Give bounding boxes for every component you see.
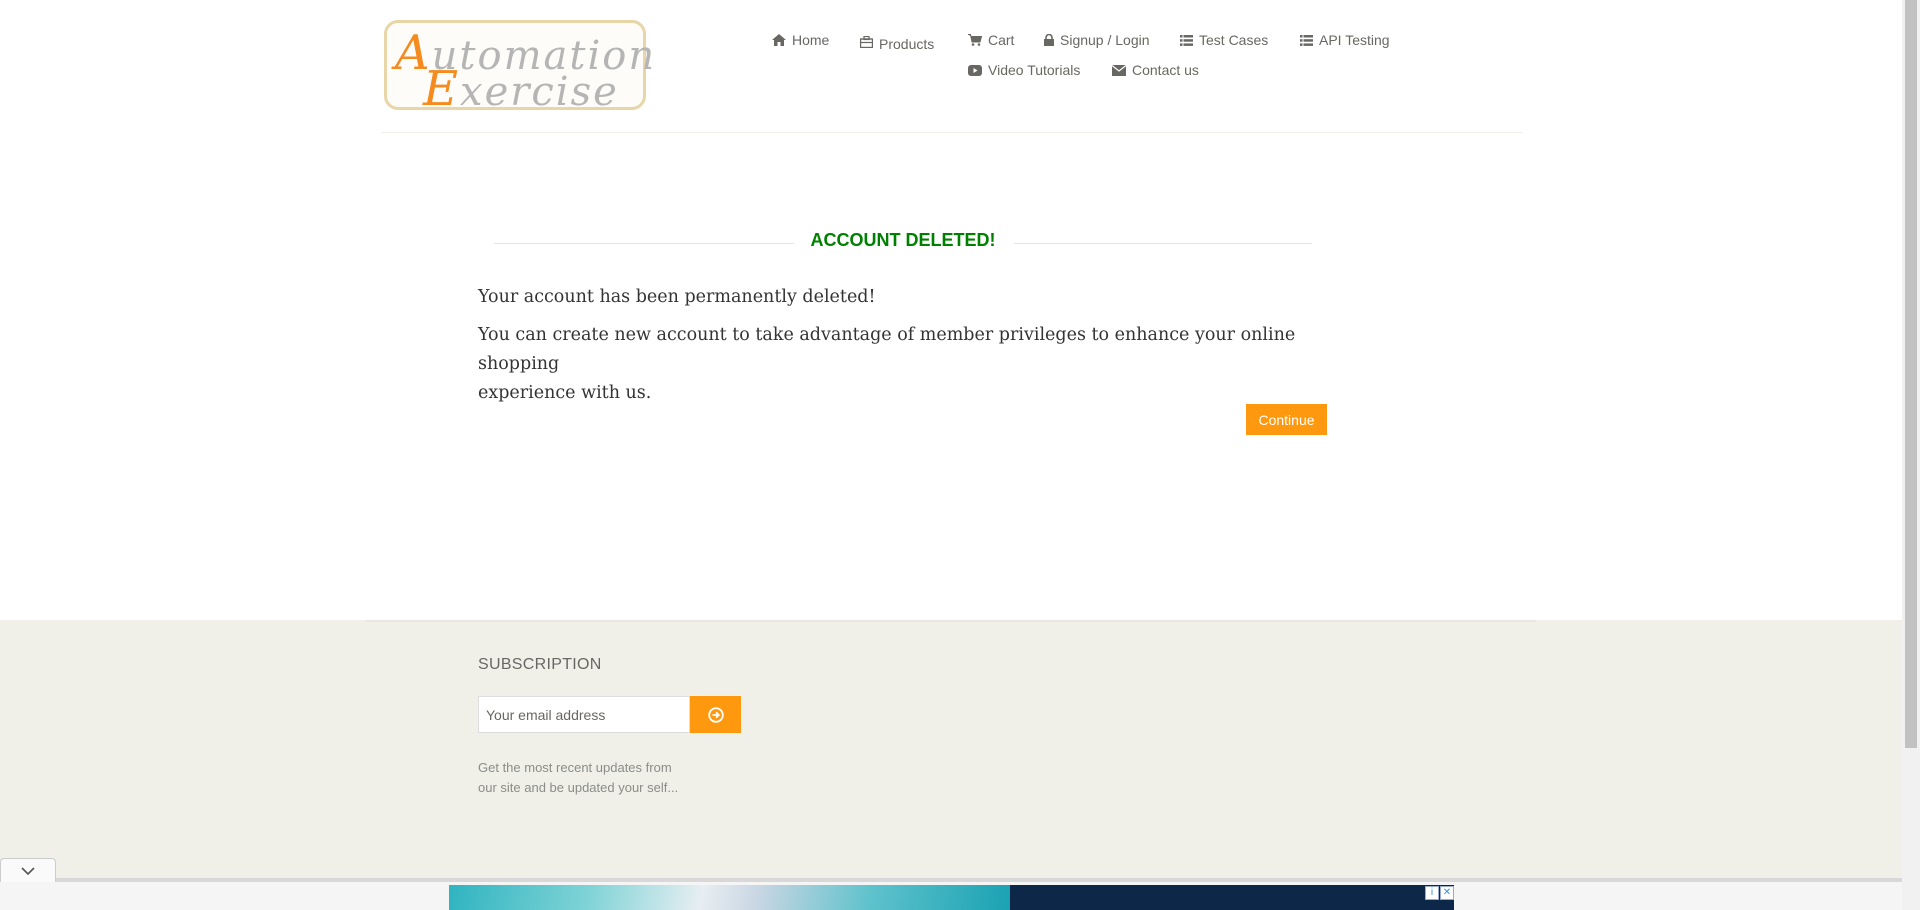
account-deleted-heading: ACCOUNT DELETED!: [494, 230, 1312, 254]
deleted-message: Your account has been permanently delete…: [478, 287, 876, 307]
list-icon: [1180, 34, 1193, 46]
ad-info-icon[interactable]: i: [1425, 886, 1439, 900]
page-title: ACCOUNT DELETED!: [494, 230, 1312, 251]
subscribe-button[interactable]: [690, 696, 741, 733]
footer: SUBSCRIPTION Get the most recent updates…: [0, 620, 1902, 910]
scrollbar-thumb[interactable]: [1905, 0, 1917, 748]
subscription-description-line-1: Get the most recent updates from: [478, 760, 672, 775]
subscription-title: SUBSCRIPTION: [478, 656, 602, 673]
continue-button[interactable]: Continue: [1246, 404, 1327, 435]
lock-icon: [1044, 34, 1054, 46]
nav-label: Contact us: [1132, 62, 1199, 78]
products-icon: [860, 36, 873, 48]
footer-divider: [366, 620, 1536, 622]
nav-item-signup-login[interactable]: Signup / Login: [1044, 32, 1150, 48]
privileges-message: You can create new account to take advan…: [478, 321, 1298, 408]
nav-label: Video Tutorials: [988, 62, 1081, 78]
nav-item-contact-us[interactable]: Contact us: [1112, 62, 1199, 78]
chevron-down-icon: [21, 866, 35, 875]
subscription-description-line-2: our site and be updated your self...: [478, 780, 679, 795]
privileges-message-line-1: You can create new account to take advan…: [478, 325, 1296, 374]
nav-label: Test Cases: [1199, 32, 1269, 48]
nav-item-cart[interactable]: Cart: [968, 32, 1014, 48]
nav-item-video-tutorials[interactable]: Video Tutorials: [968, 62, 1080, 78]
home-icon: [772, 34, 786, 46]
ad-controls: i ✕: [1425, 886, 1454, 900]
site-logo[interactable]: Automation Exercise: [384, 20, 654, 117]
nav-item-test-cases[interactable]: Test Cases: [1180, 32, 1268, 48]
nav-item-home[interactable]: Home: [772, 32, 829, 48]
nav-label: Home: [792, 32, 830, 48]
site-header: Automation Exercise Home Products Cart S…: [382, 0, 1522, 133]
cart-icon: [968, 34, 982, 46]
nav-label: Products: [879, 36, 935, 52]
advertisement-banner[interactable]: i ✕: [449, 885, 1454, 910]
envelope-icon: [1112, 64, 1126, 76]
nav-label: Cart: [988, 32, 1015, 48]
nav-item-api-testing[interactable]: API Testing: [1300, 32, 1390, 48]
nav-label: API Testing: [1319, 32, 1390, 48]
privileges-message-line-2: experience with us.: [478, 383, 652, 403]
page-scrollbar[interactable]: [1902, 0, 1920, 910]
logo-line-2: Exercise: [423, 61, 619, 117]
ad-image: [449, 885, 1010, 910]
subscribe-email-input[interactable]: [478, 696, 690, 733]
nav-label: Signup / Login: [1060, 32, 1150, 48]
list-icon: [1300, 34, 1313, 46]
ad-panel: [1010, 885, 1454, 910]
nav-item-products[interactable]: Products: [860, 32, 934, 52]
arrow-circle-right-icon: [707, 706, 724, 723]
ad-close-icon[interactable]: ✕: [1440, 886, 1454, 900]
ad-collapse-toggle[interactable]: [0, 858, 56, 882]
subscription-description: Get the most recent updates from our sit…: [478, 758, 708, 798]
youtube-icon: [968, 64, 982, 76]
